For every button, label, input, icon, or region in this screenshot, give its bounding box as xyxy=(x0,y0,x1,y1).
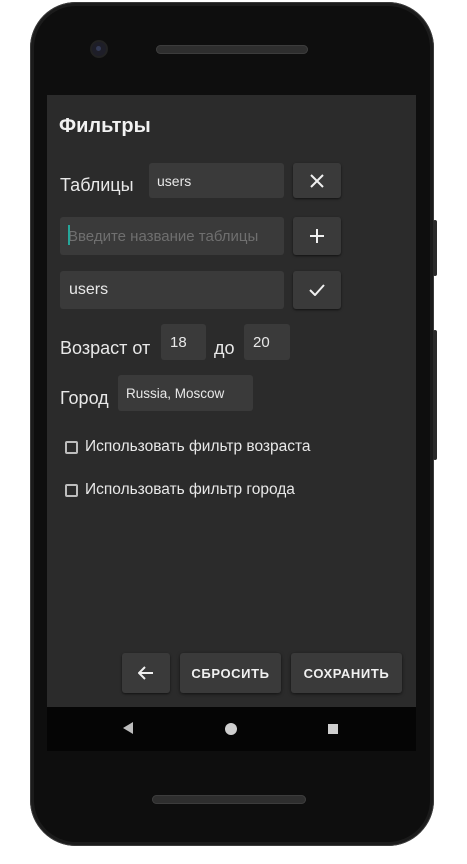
city-label: Город xyxy=(60,388,109,408)
selected-table-chip-label: users xyxy=(157,173,192,189)
text-cursor xyxy=(68,225,70,245)
page-title: Фильтры xyxy=(59,115,151,137)
earpiece-speaker xyxy=(156,45,308,54)
nav-recents-icon[interactable] xyxy=(328,724,338,734)
age-to-input[interactable]: 20 xyxy=(244,324,290,360)
volume-button xyxy=(433,330,437,460)
bottom-speaker xyxy=(152,795,306,804)
close-icon xyxy=(310,173,324,188)
table-name-placeholder: Введите название таблицы xyxy=(68,228,259,245)
use-age-filter-label: Использовать фильтр возраста xyxy=(85,438,311,455)
age-to-value: 20 xyxy=(253,334,270,351)
suggested-table-label: users xyxy=(69,281,109,298)
selected-table-chip: users xyxy=(149,163,284,198)
age-label: Возраст от xyxy=(60,338,151,358)
system-nav-bar xyxy=(47,707,416,751)
city-input[interactable]: Russia, Moscow xyxy=(118,375,253,411)
confirm-table-button[interactable] xyxy=(293,271,341,309)
arrow-left-icon xyxy=(138,666,153,680)
back-button[interactable] xyxy=(122,653,170,693)
check-icon xyxy=(309,284,325,296)
power-button xyxy=(433,220,437,276)
use-city-filter-checkbox[interactable] xyxy=(65,483,78,497)
camera xyxy=(92,42,106,56)
age-from-input[interactable]: 18 xyxy=(161,324,206,360)
reset-button[interactable]: СБРОСИТЬ xyxy=(180,653,281,693)
save-button[interactable]: СОХРАНИТЬ xyxy=(291,653,402,693)
filters-screen: Фильтры Таблицы users Введите название т… xyxy=(47,95,416,707)
use-city-filter-checkbox-row[interactable]: Использовать фильтр города xyxy=(65,481,295,499)
age-from-value: 18 xyxy=(170,334,187,351)
nav-back-icon[interactable] xyxy=(123,722,133,734)
table-name-input[interactable]: Введите название таблицы xyxy=(60,217,284,255)
tables-label: Таблицы xyxy=(60,175,134,195)
use-age-filter-checkbox[interactable] xyxy=(65,440,78,454)
city-value: Russia, Moscow xyxy=(126,386,225,401)
age-to-label: до xyxy=(214,338,235,358)
plus-icon xyxy=(310,229,324,243)
use-city-filter-label: Использовать фильтр города xyxy=(85,481,295,498)
add-table-button[interactable] xyxy=(293,217,341,255)
suggested-table-field[interactable]: users xyxy=(60,271,284,309)
use-age-filter-checkbox-row[interactable]: Использовать фильтр возраста xyxy=(65,438,311,456)
nav-home-icon[interactable] xyxy=(225,723,237,735)
remove-table-button[interactable] xyxy=(293,163,341,198)
